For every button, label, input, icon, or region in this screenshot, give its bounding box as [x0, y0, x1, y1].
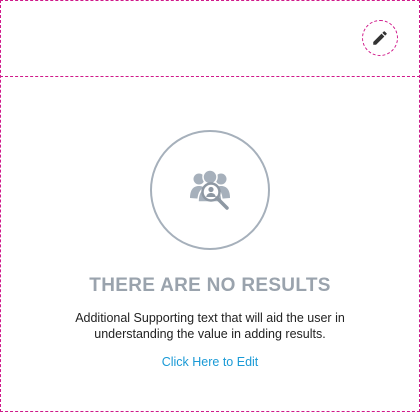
empty-state-title: THERE ARE NO RESULTS: [89, 275, 331, 296]
empty-state-supporting-text: Additional Supporting text that will aid…: [75, 311, 345, 341]
edit-button[interactable]: [362, 20, 398, 56]
click-here-to-edit-link[interactable]: Click Here to Edit: [162, 354, 259, 370]
header-divider: [0, 76, 420, 77]
empty-state: THERE ARE NO RESULTS Additional Supporti…: [0, 130, 420, 370]
empty-state-illustration: [150, 130, 270, 250]
user-search-icon: [182, 162, 238, 218]
pencil-icon: [371, 29, 389, 47]
